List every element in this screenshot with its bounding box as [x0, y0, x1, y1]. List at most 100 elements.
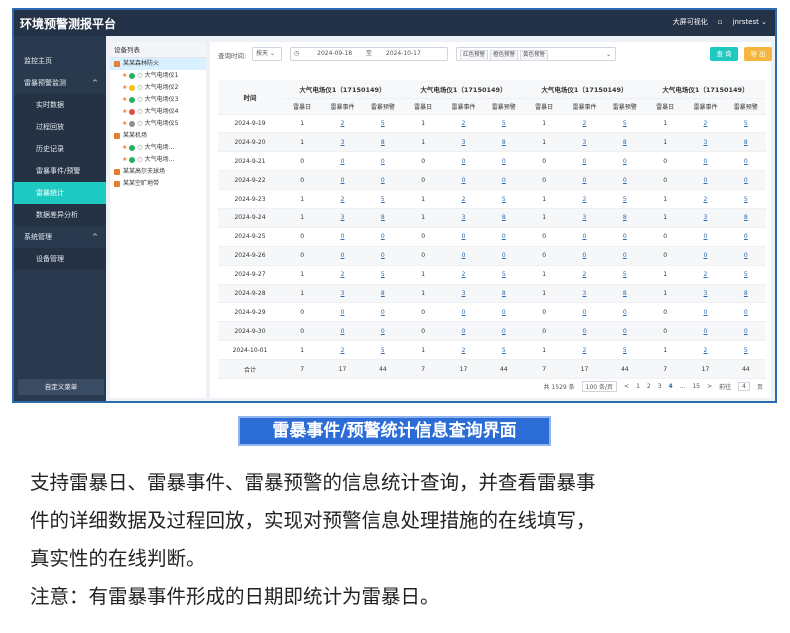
count-link[interactable]: 5 — [623, 120, 627, 127]
count-link[interactable]: 5 — [381, 196, 385, 203]
message-icon[interactable]: ▫ — [718, 18, 723, 26]
count-link[interactable]: 5 — [744, 196, 748, 203]
page-number[interactable]: 15 — [692, 383, 700, 390]
count-link[interactable]: 0 — [744, 309, 748, 316]
count-link[interactable]: 3 — [583, 290, 587, 297]
count-link[interactable]: 2 — [341, 347, 345, 354]
device-group[interactable]: 某某机场 — [110, 130, 206, 142]
device-item[interactable]: ★ ○ 大气电场... — [110, 142, 206, 154]
count-link[interactable]: 0 — [704, 177, 708, 184]
count-link[interactable]: 0 — [381, 158, 385, 165]
count-link[interactable]: 0 — [744, 328, 748, 335]
count-link[interactable]: 2 — [704, 196, 708, 203]
alert-tag[interactable]: 红色预警 — [460, 50, 489, 61]
count-link[interactable]: 0 — [623, 177, 627, 184]
count-link[interactable]: 0 — [704, 252, 708, 259]
count-link[interactable]: 3 — [341, 139, 345, 146]
count-link[interactable]: 3 — [583, 139, 587, 146]
sidebar-item[interactable]: 监控主页 — [14, 50, 106, 72]
count-link[interactable]: 3 — [704, 214, 708, 221]
big-screen-link[interactable]: 大屏可视化 — [673, 17, 708, 27]
page-number[interactable]: 2 — [647, 383, 651, 390]
sidebar-item[interactable]: 过程回放 — [14, 116, 106, 138]
count-link[interactable]: 8 — [381, 214, 385, 221]
count-link[interactable]: 8 — [623, 214, 627, 221]
count-link[interactable]: 0 — [704, 158, 708, 165]
custom-menu-button[interactable]: 自定义菜单 — [18, 379, 104, 395]
count-link[interactable]: 8 — [623, 139, 627, 146]
sidebar-item[interactable]: 数据差异分析 — [14, 204, 106, 226]
device-item[interactable]: ★ ○ 大气电场仪4 — [110, 106, 206, 118]
count-link[interactable]: 5 — [502, 120, 506, 127]
count-link[interactable]: 0 — [623, 233, 627, 240]
device-group[interactable]: 某某空旷地带 — [110, 178, 206, 190]
count-link[interactable]: 5 — [502, 347, 506, 354]
count-link[interactable]: 0 — [462, 177, 466, 184]
page-number[interactable]: 3 — [658, 383, 662, 390]
count-link[interactable]: 8 — [744, 139, 748, 146]
count-link[interactable]: 0 — [341, 177, 345, 184]
page-size-select[interactable]: 100 条/页 — [581, 381, 618, 392]
count-link[interactable]: 8 — [381, 290, 385, 297]
count-link[interactable]: 0 — [623, 328, 627, 335]
count-link[interactable]: 0 — [623, 158, 627, 165]
count-link[interactable]: 0 — [583, 158, 587, 165]
count-link[interactable]: 2 — [462, 271, 466, 278]
count-link[interactable]: 0 — [462, 252, 466, 259]
count-link[interactable]: 0 — [502, 252, 506, 259]
sidebar-item[interactable]: 系统管理 ^ — [14, 226, 106, 248]
count-link[interactable]: 5 — [623, 196, 627, 203]
export-button[interactable]: 导 出 — [744, 47, 772, 61]
count-link[interactable]: 0 — [341, 309, 345, 316]
page-number[interactable]: 4 — [669, 383, 673, 390]
alert-level-select[interactable]: 红色预警 橙色预警 黄色预警 ⌄ — [456, 47, 616, 61]
alert-tag[interactable]: 黄色预警 — [520, 50, 549, 61]
alert-tag[interactable]: 橙色预警 — [490, 50, 519, 61]
count-link[interactable]: 2 — [462, 120, 466, 127]
count-link[interactable]: 0 — [502, 177, 506, 184]
period-select[interactable]: 按天 ⌄ — [252, 47, 282, 61]
count-link[interactable]: 0 — [381, 252, 385, 259]
sidebar-item[interactable]: 设备管理 — [14, 248, 106, 270]
count-link[interactable]: 5 — [381, 347, 385, 354]
count-link[interactable]: 0 — [502, 328, 506, 335]
count-link[interactable]: 0 — [381, 233, 385, 240]
count-link[interactable]: 0 — [381, 309, 385, 316]
count-link[interactable]: 3 — [462, 290, 466, 297]
count-link[interactable]: 2 — [462, 347, 466, 354]
count-link[interactable]: 2 — [583, 196, 587, 203]
count-link[interactable]: 8 — [502, 214, 506, 221]
count-link[interactable]: 3 — [583, 214, 587, 221]
count-link[interactable]: 8 — [502, 290, 506, 297]
count-link[interactable]: 3 — [462, 139, 466, 146]
date-range-picker[interactable]: ◷ 2024-09-18 至 2024-10-17 — [290, 47, 448, 61]
count-link[interactable]: 5 — [381, 271, 385, 278]
count-link[interactable]: 0 — [704, 309, 708, 316]
count-link[interactable]: 0 — [744, 252, 748, 259]
count-link[interactable]: 0 — [744, 177, 748, 184]
count-link[interactable]: 2 — [583, 271, 587, 278]
count-link[interactable]: 3 — [704, 290, 708, 297]
count-link[interactable]: 0 — [341, 233, 345, 240]
count-link[interactable]: 2 — [462, 196, 466, 203]
page-number[interactable]: 1 — [636, 383, 640, 390]
count-link[interactable]: 5 — [744, 271, 748, 278]
count-link[interactable]: 0 — [502, 309, 506, 316]
device-item[interactable]: ★ ○ 大气电场仪1 — [110, 70, 206, 82]
query-button[interactable]: 查 询 — [710, 47, 738, 61]
count-link[interactable]: 2 — [704, 347, 708, 354]
count-link[interactable]: 0 — [381, 328, 385, 335]
count-link[interactable]: 2 — [583, 120, 587, 127]
count-link[interactable]: 3 — [341, 290, 345, 297]
page-number[interactable]: ... — [680, 383, 686, 390]
sidebar-item[interactable]: 雷暴事件/预警 — [14, 160, 106, 182]
count-link[interactable]: 3 — [704, 139, 708, 146]
count-link[interactable]: 0 — [341, 252, 345, 259]
count-link[interactable]: 8 — [744, 214, 748, 221]
count-link[interactable]: 0 — [462, 309, 466, 316]
count-link[interactable]: 0 — [462, 158, 466, 165]
count-link[interactable]: 0 — [583, 309, 587, 316]
count-link[interactable]: 0 — [744, 158, 748, 165]
count-link[interactable]: 0 — [704, 328, 708, 335]
sidebar-item[interactable]: 历史记录 — [14, 138, 106, 160]
